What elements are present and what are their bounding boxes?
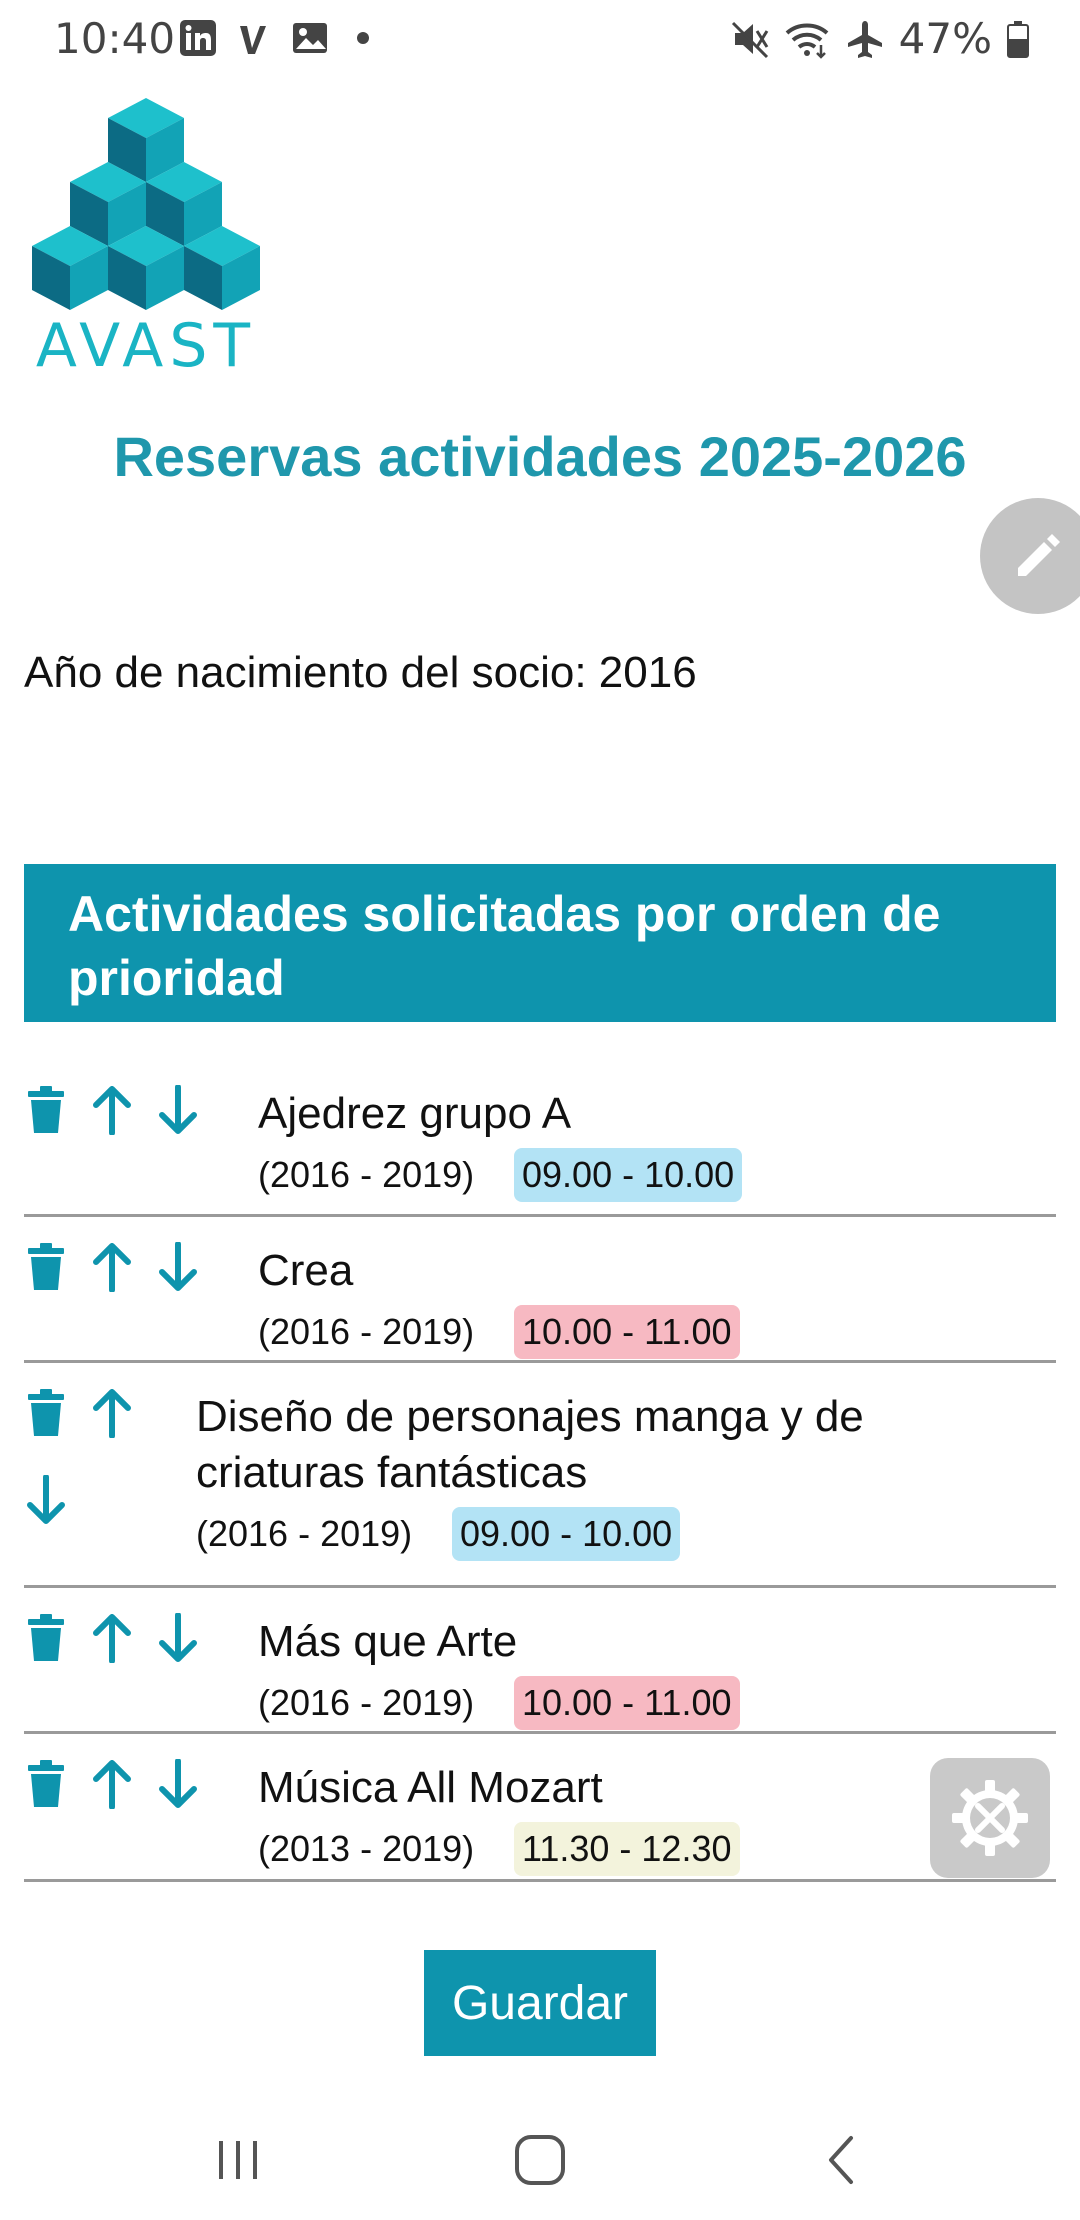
list-item: Crea (2016 - 2019) 10.00 - 11.00	[24, 1217, 1056, 1363]
pencil-icon	[1018, 534, 1060, 576]
arrow-down-icon[interactable]	[156, 1758, 200, 1810]
activity-years: (2013 - 2019)	[258, 1828, 475, 1869]
activity-years: (2016 - 2019)	[196, 1513, 413, 1554]
save-button[interactable]: Guardar	[424, 1950, 656, 2056]
activity-name: Más que Arte	[258, 1617, 518, 1666]
navigation-bar	[0, 2090, 1080, 2220]
home-button[interactable]	[500, 2120, 580, 2200]
activity-name: Crea	[258, 1246, 354, 1295]
arrow-down-icon[interactable]	[156, 1241, 200, 1293]
recents-button[interactable]	[198, 2120, 278, 2200]
trash-icon[interactable]	[24, 1241, 68, 1293]
arrow-up-icon[interactable]	[90, 1387, 134, 1439]
trash-icon[interactable]	[24, 1387, 68, 1439]
battery-percent: 47%	[898, 14, 992, 63]
activity-name: Música All Mozart	[258, 1763, 603, 1812]
gear-tools-icon	[952, 1780, 1028, 1856]
arrow-up-icon[interactable]	[90, 1758, 134, 1810]
section-header: Actividades solicitadas por orden de pri…	[24, 864, 1056, 1022]
arrow-down-icon[interactable]	[156, 1084, 200, 1136]
settings-tools-button[interactable]	[930, 1758, 1050, 1878]
trash-icon[interactable]	[24, 1084, 68, 1136]
trash-icon[interactable]	[24, 1612, 68, 1664]
activity-name-line-1: Diseño de personajes manga y de	[196, 1392, 864, 1441]
home-icon	[515, 2135, 565, 2185]
cubes-icon	[32, 98, 260, 310]
row-actions	[24, 1241, 200, 1293]
arrow-down-icon[interactable]	[156, 1612, 200, 1664]
dot-icon	[357, 32, 369, 44]
time-badge: 09.00 - 10.00	[452, 1507, 681, 1561]
mute-icon	[731, 21, 768, 58]
battery-icon	[1007, 20, 1029, 58]
avast-logo: AVAST	[26, 96, 266, 381]
arrow-up-icon[interactable]	[90, 1612, 134, 1664]
activity-years: (2016 - 2019)	[258, 1154, 475, 1195]
row-actions	[24, 1612, 200, 1664]
list-item: Música All Mozart (2013 - 2019) 11.30 - …	[24, 1734, 1056, 1882]
row-actions	[24, 1758, 200, 1810]
time-badge: 09.00 - 10.00	[514, 1148, 743, 1202]
row-actions	[24, 1387, 134, 1439]
arrow-up-icon[interactable]	[90, 1084, 134, 1136]
activity-years: (2016 - 2019)	[258, 1682, 475, 1723]
vimeo-icon	[240, 26, 266, 54]
status-notification-icons	[178, 18, 378, 58]
activity-name: Ajedrez grupo A	[258, 1089, 572, 1138]
activity-info: Ajedrez grupo A (2016 - 2019) 09.00 - 10…	[258, 1086, 743, 1202]
birth-year-text: Año de nacimiento del socio: 2016	[24, 648, 697, 697]
activity-name-line-2: criaturas fantásticas	[196, 1448, 588, 1497]
arrow-up-icon[interactable]	[90, 1241, 134, 1293]
airplane-icon	[847, 20, 882, 58]
linkedin-icon	[180, 20, 216, 56]
trash-icon[interactable]	[24, 1758, 68, 1810]
time-badge: 10.00 - 11.00	[514, 1305, 740, 1359]
activity-info: Crea (2016 - 2019) 10.00 - 11.00	[258, 1243, 740, 1359]
row-actions	[24, 1084, 200, 1136]
arrow-down-icon[interactable]	[24, 1474, 68, 1530]
time-badge: 10.00 - 11.00	[514, 1676, 740, 1730]
time-badge: 11.30 - 12.30	[514, 1822, 740, 1876]
activity-info: Música All Mozart (2013 - 2019) 11.30 - …	[258, 1760, 740, 1876]
list-item: Diseño de personajes manga y de criatura…	[24, 1363, 1056, 1588]
list-item: Más que Arte (2016 - 2019) 10.00 - 11.00	[24, 1588, 1056, 1734]
status-bar: 10:40 47%	[0, 0, 1080, 78]
recents-icon	[219, 2141, 257, 2179]
status-time: 10:40	[54, 14, 176, 63]
activity-info: Más que Arte (2016 - 2019) 10.00 - 11.00	[258, 1614, 740, 1730]
wifi-icon	[785, 23, 828, 59]
back-button[interactable]	[802, 2120, 882, 2200]
back-icon	[829, 2136, 853, 2184]
activities-list: Ajedrez grupo A (2016 - 2019) 09.00 - 10…	[24, 1060, 1056, 1882]
image-icon	[293, 23, 327, 53]
activity-info: Diseño de personajes manga y de criatura…	[196, 1389, 864, 1561]
page-title: Reservas actividades 2025-2026	[113, 425, 967, 488]
list-item: Ajedrez grupo A (2016 - 2019) 09.00 - 10…	[24, 1060, 1056, 1217]
logo-text: AVAST	[36, 311, 256, 372]
edit-button[interactable]	[980, 498, 1080, 614]
status-system-icons: 47%	[731, 14, 1030, 63]
activity-years: (2016 - 2019)	[258, 1311, 475, 1352]
